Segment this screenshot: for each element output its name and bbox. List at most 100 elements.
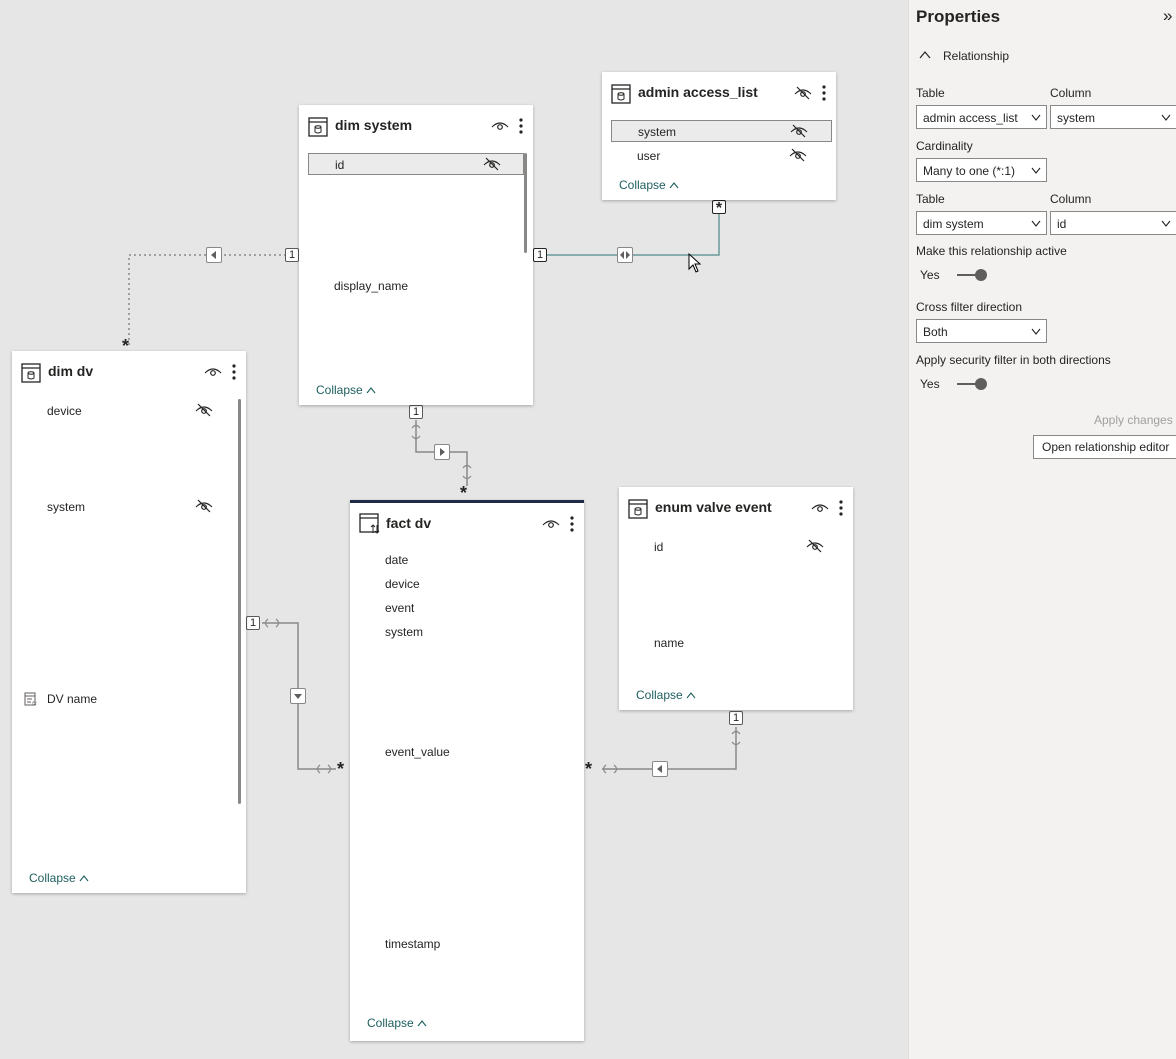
model-canvas[interactable]: 1 * 1 * 1 * 1 * * 1 dim system id displa…	[0, 0, 908, 1059]
properties-title: Properties	[916, 7, 1001, 26]
relationship-line-dimdv-dimsystem	[128, 254, 298, 345]
filter-direction-down-icon[interactable]	[290, 688, 306, 704]
table-card-enum-valve-event[interactable]: enum valve event id name Collapse	[619, 487, 853, 710]
field-row-timestamp[interactable]: timestamp	[359, 933, 575, 955]
table-icon	[628, 499, 648, 519]
cardinality-one-marker: 1	[246, 616, 260, 630]
security-filter-toggle[interactable]	[955, 377, 989, 391]
chevron-up-icon	[79, 875, 89, 882]
apply-changes-button[interactable]: Apply changes	[1094, 413, 1173, 427]
section-relationship[interactable]: Relationship	[943, 49, 1009, 63]
more-options-icon[interactable]	[821, 84, 827, 102]
collapse-link[interactable]: Collapse	[636, 688, 696, 702]
chevron-up-icon	[366, 387, 376, 394]
cardinality-one-marker: 1	[533, 248, 547, 262]
fact-table-icon	[359, 513, 380, 534]
table-scrollbar[interactable]	[524, 153, 527, 253]
column1-dropdown[interactable]: system	[1050, 105, 1176, 129]
hidden-eye-icon	[790, 124, 808, 138]
table-title: admin access_list	[638, 84, 758, 100]
chevron-down-icon	[1031, 328, 1041, 335]
field-row-display-name[interactable]: display_name	[308, 275, 524, 297]
security-filter-label: Apply security filter in both directions	[916, 353, 1111, 367]
filter-direction-both-icon[interactable]	[617, 247, 633, 263]
more-options-icon[interactable]	[838, 499, 844, 517]
active-label: Make this relationship active	[916, 244, 1067, 258]
table1-dropdown[interactable]: admin access_list	[916, 105, 1047, 129]
mouse-cursor-icon	[688, 253, 702, 273]
more-options-icon[interactable]	[518, 117, 524, 135]
calculated-column-icon: fx	[24, 692, 37, 706]
cardinality-many-marker: *	[585, 759, 593, 779]
collapse-link[interactable]: Collapse	[316, 383, 376, 397]
field-row-system[interactable]: system	[611, 120, 832, 142]
collapse-pane-icon[interactable]: »	[1163, 6, 1172, 26]
table-header[interactable]: admin access_list	[602, 72, 836, 112]
chevron-down-icon	[1031, 114, 1041, 121]
visibility-eye-icon[interactable]	[491, 119, 509, 133]
cross-filter-dropdown[interactable]: Both	[916, 319, 1047, 343]
field-row-device[interactable]: device	[359, 573, 575, 595]
field-row-name[interactable]: name	[628, 632, 844, 654]
more-options-icon[interactable]	[231, 363, 237, 381]
chevron-down-icon	[1031, 167, 1041, 174]
table-header[interactable]: dim dv	[12, 351, 246, 391]
field-row-system[interactable]: system	[359, 621, 575, 643]
cardinality-one-marker: 1	[409, 405, 423, 419]
cardinality-label: Cardinality	[916, 139, 973, 153]
field-row-id[interactable]: id	[308, 153, 524, 175]
table-card-dim-system[interactable]: dim system id display_name Collapse	[299, 105, 533, 405]
hidden-eye-icon[interactable]	[794, 86, 812, 100]
table-header[interactable]: fact dv	[350, 503, 584, 543]
cardinality-dropdown[interactable]: Many to one (*:1)	[916, 158, 1047, 182]
table-icon	[21, 363, 41, 383]
collapse-link[interactable]: Collapse	[367, 1016, 427, 1030]
column-label: Column	[1050, 86, 1092, 100]
chevron-down-icon	[1161, 114, 1171, 121]
table2-dropdown[interactable]: dim system	[916, 211, 1047, 235]
visibility-eye-icon[interactable]	[542, 517, 560, 531]
table-scrollbar[interactable]	[238, 399, 241, 804]
field-row-id[interactable]: id	[628, 536, 844, 558]
cardinality-many-marker: *	[460, 483, 468, 503]
filter-direction-left-icon[interactable]	[652, 761, 668, 777]
table-title: dim dv	[48, 363, 94, 379]
active-value: Yes	[920, 268, 940, 282]
table-icon	[611, 84, 631, 104]
properties-pane: Properties » Relationship Table Column a…	[908, 0, 1176, 1059]
table-label: Table	[916, 86, 945, 100]
security-filter-value: Yes	[920, 377, 940, 391]
chevron-down-icon	[1161, 220, 1171, 227]
table-icon	[308, 117, 328, 137]
filter-direction-left-icon[interactable]	[206, 247, 222, 263]
field-row-event-value[interactable]: event_value	[359, 741, 575, 763]
field-row-device[interactable]: device	[21, 400, 237, 422]
open-relationship-editor-button[interactable]: Open relationship editor	[1033, 435, 1176, 459]
field-row-user[interactable]: user	[611, 145, 832, 167]
visibility-eye-icon[interactable]	[204, 365, 222, 379]
relationship-line-enum-factdv	[602, 727, 737, 770]
hidden-eye-icon	[806, 539, 824, 553]
table-header[interactable]: enum valve event	[619, 487, 853, 527]
column-label: Column	[1050, 192, 1092, 206]
chevron-up-icon	[669, 182, 679, 189]
chevron-up-icon[interactable]	[919, 50, 931, 60]
visibility-eye-icon[interactable]	[811, 501, 829, 515]
field-row-system[interactable]: system	[21, 496, 237, 518]
table-card-admin-access-list[interactable]: admin access_list system user Collapse	[602, 72, 836, 200]
filter-direction-right-icon[interactable]	[434, 444, 450, 460]
table-card-fact-dv[interactable]: fact dv date device event system event_v…	[350, 500, 584, 1041]
field-row-date[interactable]: date	[359, 549, 575, 571]
table-card-dim-dv[interactable]: dim dv device system fx DV name Collapse	[12, 351, 246, 893]
collapse-link[interactable]: Collapse	[29, 871, 89, 885]
table-title: enum valve event	[655, 499, 772, 515]
chevron-up-icon	[417, 1020, 427, 1027]
collapse-link[interactable]: Collapse	[619, 178, 679, 192]
cross-filter-label: Cross filter direction	[916, 300, 1023, 314]
field-row-dv-name[interactable]: fx DV name	[21, 688, 237, 710]
column2-dropdown[interactable]: id	[1050, 211, 1176, 235]
more-options-icon[interactable]	[569, 515, 575, 533]
active-toggle[interactable]	[955, 268, 989, 282]
field-row-event[interactable]: event	[359, 597, 575, 619]
table-header[interactable]: dim system	[299, 105, 533, 145]
